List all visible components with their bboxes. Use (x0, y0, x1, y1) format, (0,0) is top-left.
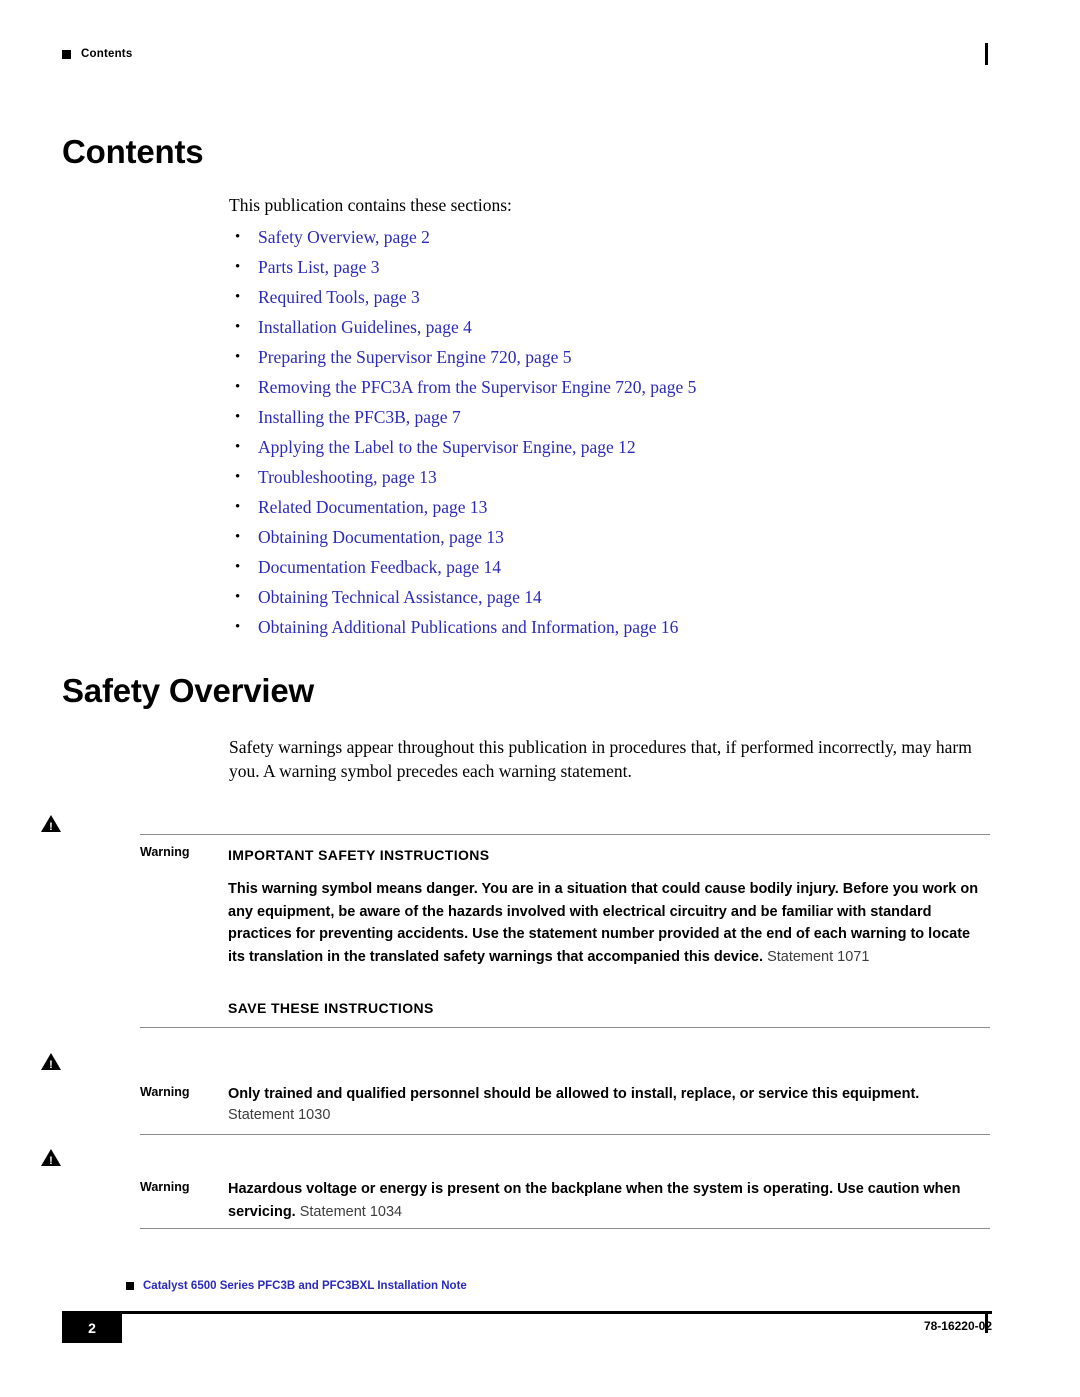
list-item[interactable]: Obtaining Additional Publications and In… (229, 612, 989, 642)
running-header: Contents (62, 48, 992, 60)
list-item[interactable]: Required Tools, page 3 (229, 282, 989, 312)
safety-overview-paragraph: Safety warnings appear throughout this p… (229, 737, 972, 781)
footer-document-title: Catalyst 6500 Series PFC3B and PFC3BXL I… (126, 1280, 467, 1292)
warning-rule-bottom (140, 1134, 990, 1135)
running-header-text: Contents (81, 48, 133, 60)
warning-rule-bottom (140, 1228, 990, 1229)
list-item[interactable]: Removing the PFC3A from the Supervisor E… (229, 372, 989, 402)
warning-rule-bottom (140, 1027, 990, 1028)
warning-statement: Statement 1030 (228, 1107, 331, 1123)
list-item[interactable]: Installing the PFC3B, page 7 (229, 402, 989, 432)
warning-rule-top (140, 834, 990, 835)
toc-link[interactable]: Obtaining Documentation, page 13 (258, 527, 504, 547)
warning-heading: IMPORTANT SAFETY INSTRUCTIONS (228, 847, 490, 863)
toc-link[interactable]: Parts List, page 3 (258, 257, 380, 277)
safety-overview-heading: Safety Overview (62, 672, 314, 709)
warning-body-bold: Only trained and qualified personnel sho… (228, 1086, 920, 1102)
list-item[interactable]: Preparing the Supervisor Engine 720, pag… (229, 342, 989, 372)
toc-link[interactable]: Obtaining Technical Assistance, page 14 (258, 587, 542, 607)
list-item[interactable]: Parts List, page 3 (229, 252, 989, 282)
warning-triangle-icon: ! (40, 814, 62, 833)
warning-triangle-icon: ! (40, 1052, 62, 1071)
toc-link[interactable]: Documentation Feedback, page 14 (258, 557, 501, 577)
contents-intro-paragraph: This publication contains these sections… (229, 195, 512, 215)
svg-text:!: ! (49, 1059, 53, 1071)
footer-rule (62, 1311, 992, 1314)
warning-body-text: Hazardous voltage or energy is present o… (228, 1178, 990, 1223)
header-bullet-icon (62, 49, 71, 59)
list-item[interactable]: Obtaining Documentation, page 13 (229, 522, 989, 552)
header-rule-mark (985, 43, 988, 65)
list-item[interactable]: Safety Overview, page 2 (229, 222, 989, 252)
warning-label: Warning (140, 1085, 190, 1099)
toc-link[interactable]: Troubleshooting, page 13 (258, 467, 437, 487)
list-item[interactable]: Applying the Label to the Supervisor Eng… (229, 432, 989, 462)
svg-text:!: ! (49, 1155, 53, 1167)
list-item[interactable]: Documentation Feedback, page 14 (229, 552, 989, 582)
toc-link[interactable]: Preparing the Supervisor Engine 720, pag… (258, 347, 571, 367)
warning-body-text: Only trained and qualified personnel sho… (228, 1083, 990, 1106)
warning-body-text: This warning symbol means danger. You ar… (228, 878, 990, 968)
toc-link[interactable]: Obtaining Additional Publications and In… (258, 617, 678, 637)
toc-link[interactable]: Removing the PFC3A from the Supervisor E… (258, 377, 696, 397)
document-page: Contents Contents This publication conta… (0, 0, 1080, 1397)
footer-document-title-text: Catalyst 6500 Series PFC3B and PFC3BXL I… (143, 1280, 467, 1292)
warning-label: Warning (140, 1180, 190, 1194)
toc-link[interactable]: Related Documentation, page 13 (258, 497, 487, 517)
toc-link[interactable]: Installation Guidelines, page 4 (258, 317, 472, 337)
save-instructions-heading: SAVE THESE INSTRUCTIONS (228, 1000, 434, 1016)
list-item[interactable]: Obtaining Technical Assistance, page 14 (229, 582, 989, 612)
warning-label: Warning (140, 845, 190, 859)
footer-bullet-icon (126, 1282, 134, 1290)
warning-triangle-icon: ! (40, 1148, 62, 1167)
toc-link[interactable]: Safety Overview, page 2 (258, 227, 430, 247)
toc-link[interactable]: Required Tools, page 3 (258, 287, 420, 307)
table-of-contents-list: Safety Overview, page 2 Parts List, page… (229, 222, 989, 642)
svg-text:!: ! (49, 821, 53, 833)
warning-statement: Statement 1071 (767, 948, 870, 965)
list-item[interactable]: Related Documentation, page 13 (229, 492, 989, 522)
list-item[interactable]: Troubleshooting, page 13 (229, 462, 989, 492)
list-item[interactable]: Installation Guidelines, page 4 (229, 312, 989, 342)
page-number: 2 (62, 1313, 122, 1343)
toc-link[interactable]: Installing the PFC3B, page 7 (258, 407, 461, 427)
toc-link[interactable]: Applying the Label to the Supervisor Eng… (258, 437, 636, 457)
part-number: 78-16220-02 (923, 1319, 992, 1333)
contents-heading: Contents (62, 133, 204, 170)
warning-statement: Statement 1034 (299, 1203, 403, 1220)
